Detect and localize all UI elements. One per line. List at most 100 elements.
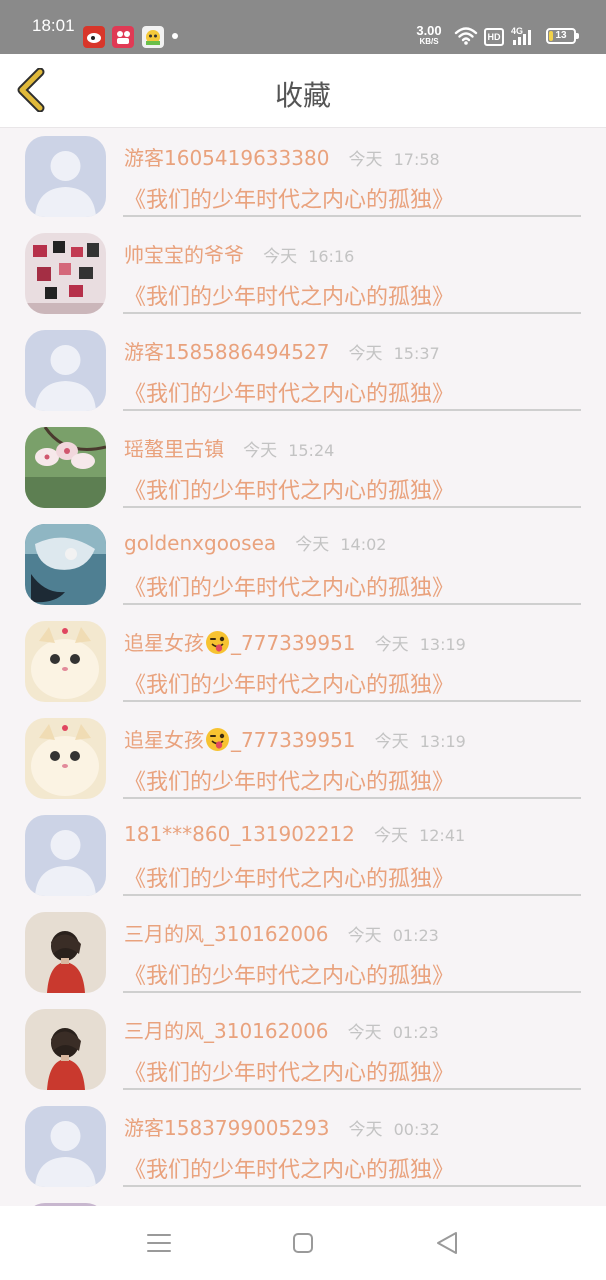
day-label: 今天 — [374, 635, 409, 655]
day-label: 今天 — [348, 344, 383, 364]
book-title[interactable]: 《我们的少年时代之内心的孤独》 — [124, 764, 454, 796]
signal-label: 4G — [511, 26, 523, 36]
girl-avatar — [25, 912, 106, 993]
default-avatar — [25, 136, 106, 217]
divider — [123, 409, 581, 411]
header: 收藏 — [0, 54, 606, 128]
user-name: 游客1585886494527 — [124, 340, 330, 364]
wifi-icon — [454, 27, 478, 45]
user-name-suffix: _777339951 — [231, 728, 356, 752]
network-speed-value: 3.00 — [416, 23, 442, 38]
list-item[interactable]: 游客1585886494527 今天 15:37 《我们的少年时代之内心的孤独》 — [0, 322, 606, 419]
user-name: 帅宝宝的爷爷 — [124, 243, 244, 267]
user-name-prefix: 追星女孩 — [124, 631, 204, 655]
list-item[interactable]: 帅宝宝的爷爷 今天 16:16 《我们的少年时代之内心的孤独》 — [0, 225, 606, 322]
list-item[interactable]: 三月的风_310162006 今天 01:23 《我们的少年时代之内心的孤独》 — [0, 904, 606, 1001]
cartoon-app-icon — [142, 26, 164, 48]
user-name: 181***860_131902212 — [124, 822, 355, 846]
tongue-wink-emoji-icon — [206, 728, 229, 751]
notification-dot-icon — [172, 33, 178, 39]
tongue-wink-emoji-icon — [206, 631, 229, 654]
time-value: 12:41 — [419, 826, 466, 845]
divider — [123, 991, 581, 993]
day-label: 今天 — [373, 826, 408, 846]
book-title[interactable]: 《我们的少年时代之内心的孤独》 — [124, 570, 454, 602]
menu-icon[interactable] — [144, 1228, 174, 1258]
network-speed-unit: KB/S — [419, 37, 439, 46]
book-title[interactable]: 《我们的少年时代之内心的孤独》 — [124, 182, 454, 214]
divider — [123, 700, 581, 702]
list-item[interactable]: 瑶螯里古镇 今天 15:24 《我们的少年时代之内心的孤独》 — [0, 419, 606, 516]
list-item[interactable] — [0, 1195, 606, 1206]
day-label: 今天 — [347, 1023, 382, 1043]
cat-avatar — [25, 621, 106, 702]
user-line: 帅宝宝的爷爷 今天 16:16 — [124, 239, 354, 269]
divider — [123, 506, 581, 508]
time-value: 13:19 — [419, 635, 466, 654]
list-item[interactable]: 游客1605419633380 今天 17:58 《我们的少年时代之内心的孤独》 — [0, 128, 606, 225]
time-value: 15:37 — [393, 344, 440, 363]
book-title[interactable]: 《我们的少年时代之内心的孤独》 — [124, 667, 454, 699]
divider — [123, 797, 581, 799]
time-value: 17:58 — [393, 150, 440, 169]
user-name: 瑶螯里古镇 — [124, 437, 224, 461]
user-name: 三月的风_310162006 — [124, 922, 329, 946]
user-line: 追星女孩 _777339951 今天 13:19 — [124, 627, 466, 657]
user-name: 游客1583799005293 — [124, 1116, 330, 1140]
user-line: 181***860_131902212 今天 12:41 — [124, 821, 465, 851]
divider — [123, 603, 581, 605]
day-label: 今天 — [348, 150, 383, 170]
time-value: 16:16 — [308, 247, 355, 266]
battery-icon: 13 — [546, 28, 579, 44]
user-line: 三月的风_310162006 今天 01:23 — [124, 1015, 439, 1045]
day-label: 今天 — [347, 926, 382, 946]
book-title[interactable]: 《我们的少年时代之内心的孤独》 — [124, 279, 454, 311]
book-title[interactable]: 《我们的少年时代之内心的孤独》 — [124, 1055, 454, 1087]
list-item[interactable]: 181***860_131902212 今天 12:41 《我们的少年时代之内心… — [0, 807, 606, 904]
user-line: 游客1583799005293 今天 00:32 — [124, 1112, 440, 1142]
divider — [123, 215, 581, 217]
divider — [123, 1185, 581, 1187]
user-name-prefix: 追星女孩 — [124, 728, 204, 752]
user-line: 游客1585886494527 今天 15:37 — [124, 336, 440, 366]
user-name: 三月的风_310162006 — [124, 1019, 329, 1043]
photo-wall-avatar — [25, 233, 106, 314]
signal-icon: 4G — [511, 26, 531, 45]
book-title[interactable]: 《我们的少年时代之内心的孤独》 — [124, 958, 454, 990]
list-item[interactable]: 三月的风_310162006 今天 01:23 《我们的少年时代之内心的孤独》 — [0, 1001, 606, 1098]
navigation-bar — [0, 1206, 606, 1280]
list-item[interactable]: 追星女孩 _777339951 今天 13:19 《我们的少年时代之内心的孤独》 — [0, 613, 606, 710]
battery-level: 13 — [555, 30, 567, 41]
book-title[interactable]: 《我们的少年时代之内心的孤独》 — [124, 376, 454, 408]
user-name: goldenxgoosea — [124, 531, 277, 555]
list-item[interactable]: 追星女孩 _777339951 今天 13:19 《我们的少年时代之内心的孤独》 — [0, 710, 606, 807]
user-line: 瑶螯里古镇 今天 15:24 — [124, 433, 334, 463]
day-label: 今天 — [263, 247, 298, 267]
user-name-suffix: _777339951 — [231, 631, 356, 655]
back-triangle-icon[interactable] — [432, 1228, 462, 1258]
divider — [123, 312, 581, 314]
list-item[interactable]: 游客1583799005293 今天 00:32 《我们的少年时代之内心的孤独》 — [0, 1098, 606, 1195]
network-speed: 3.00 KB/S — [413, 24, 445, 46]
book-title[interactable]: 《我们的少年时代之内心的孤独》 — [124, 861, 454, 893]
time-value: 14:02 — [340, 535, 387, 554]
time-value: 00:32 — [393, 1120, 440, 1139]
video-app-icon — [112, 26, 134, 48]
time-value: 15:24 — [288, 441, 335, 460]
blossom-avatar — [25, 427, 106, 508]
book-title[interactable]: 《我们的少年时代之内心的孤独》 — [124, 473, 454, 505]
girl-avatar — [25, 1009, 106, 1090]
user-line: 三月的风_310162006 今天 01:23 — [124, 918, 439, 948]
default-avatar — [25, 330, 106, 411]
weibo-app-icon — [83, 26, 105, 48]
user-line: 游客1605419633380 今天 17:58 — [124, 142, 440, 172]
day-label: 今天 — [243, 441, 278, 461]
status-bar: 18:01 3.00 KB/S HD 4G 13 — [0, 0, 606, 54]
hd-icon: HD — [484, 28, 504, 46]
time-value: 01:23 — [392, 1023, 439, 1042]
home-square-icon[interactable] — [288, 1228, 318, 1258]
time-value: 13:19 — [419, 732, 466, 751]
favorites-list: 游客1605419633380 今天 17:58 《我们的少年时代之内心的孤独》… — [0, 128, 606, 1206]
book-title[interactable]: 《我们的少年时代之内心的孤独》 — [124, 1152, 454, 1184]
list-item[interactable]: goldenxgoosea 今天 14:02 《我们的少年时代之内心的孤独》 — [0, 516, 606, 613]
